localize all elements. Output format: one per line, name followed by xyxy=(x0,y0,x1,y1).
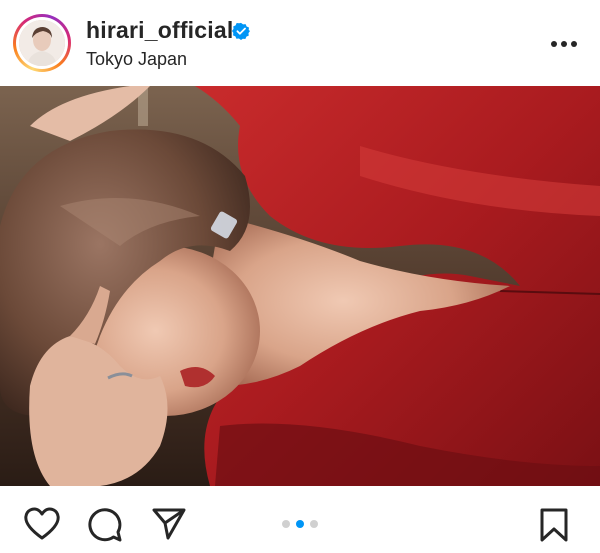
verified-badge-icon xyxy=(232,22,250,40)
post-image xyxy=(0,86,600,486)
carousel-indicator xyxy=(282,520,318,528)
avatar[interactable] xyxy=(19,20,65,66)
heart-icon[interactable] xyxy=(23,507,61,541)
more-options-icon[interactable] xyxy=(550,40,578,48)
carousel-dot[interactable] xyxy=(310,520,318,528)
post-photo[interactable] xyxy=(0,86,600,486)
comment-icon[interactable] xyxy=(87,507,123,543)
carousel-dot[interactable] xyxy=(282,520,290,528)
avatar-image xyxy=(19,20,65,66)
story-ring[interactable] xyxy=(13,14,71,72)
post-location[interactable]: Tokyo Japan xyxy=(86,49,187,70)
bookmark-icon[interactable] xyxy=(538,507,570,543)
carousel-dot-active[interactable] xyxy=(296,520,304,528)
post-header: hirari_official Tokyo Japan xyxy=(0,0,600,86)
send-icon[interactable] xyxy=(151,507,187,541)
username[interactable]: hirari_official xyxy=(86,17,233,44)
